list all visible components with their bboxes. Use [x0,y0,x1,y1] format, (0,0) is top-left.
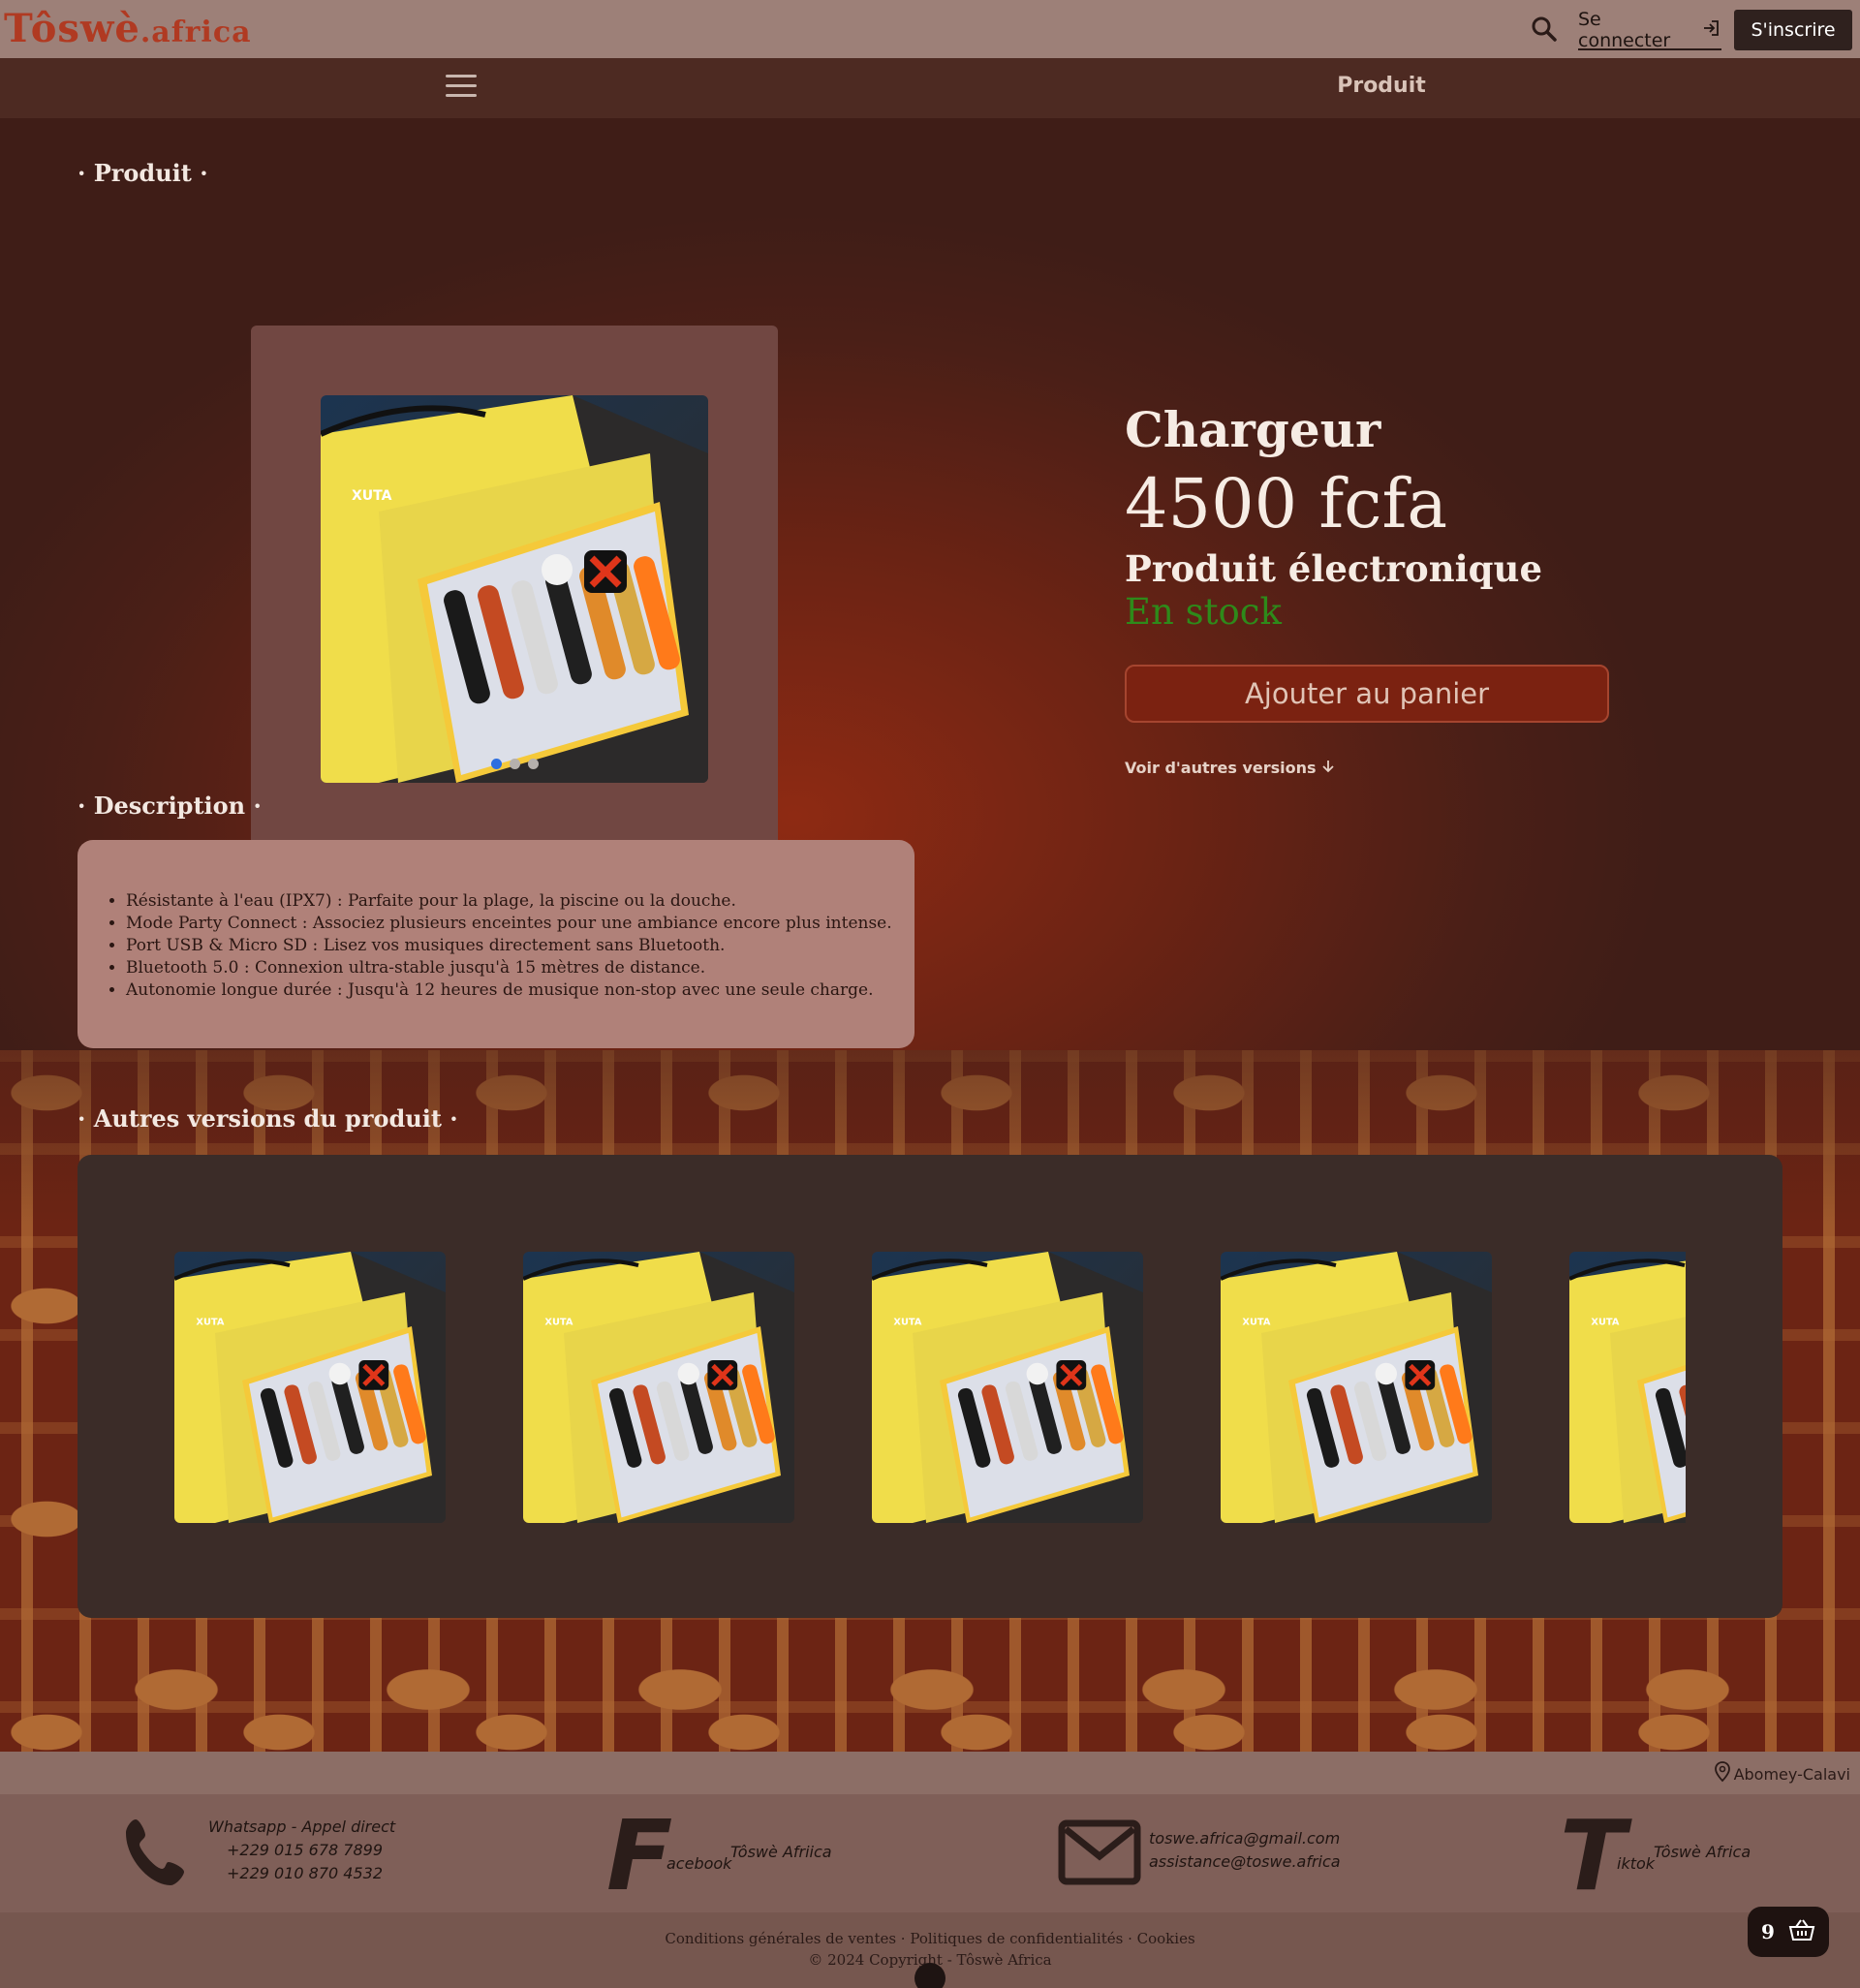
svg-text:XUTA: XUTA [1591,1318,1619,1328]
version-thumbnail[interactable]: XUTA [174,1252,446,1523]
footer-logo-icon [914,1963,946,1988]
tiktok-link[interactable]: Tôswè Africa [1654,1841,1751,1864]
product-category: Produit électronique [1125,547,1542,590]
version-thumbnail[interactable]: XUTA [1221,1252,1492,1523]
product-section-heading: · Produit · [78,159,208,187]
phone-number: +229 015 678 7899 [227,1841,383,1859]
svg-text:XUTA: XUTA [893,1318,921,1328]
location-pin-icon [1714,1761,1731,1786]
arrow-down-icon [1321,759,1335,777]
product-name: Chargeur [1125,401,1381,458]
login-button[interactable]: Se connecter [1578,9,1721,51]
phone-icon [118,1814,198,1897]
facebook-letter: F [606,1799,673,1912]
whatsapp-title: Whatsapp - Appel direct [208,1817,396,1836]
subnav-title: Produit [1337,74,1426,98]
signup-label: S'inscrire [1751,19,1836,41]
description-item: Mode Party Connect : Associez plusieurs … [126,913,914,935]
location-label: Abomey-Calavi [1733,1764,1850,1784]
description-section-heading: · Description · [78,792,262,820]
email-address: toswe.africa@gmail.com [1149,1829,1341,1848]
email-address: assistance@toswe.africa [1149,1852,1341,1871]
email-contact[interactable]: toswe.africa@gmail.com assistance@toswe.… [1149,1827,1341,1874]
add-to-cart-button[interactable]: Ajouter au panier [1125,665,1609,723]
carousel-dot[interactable] [509,759,520,769]
description-list: Résistante à l'eau (IPX7) : Parfaite pou… [126,890,914,1002]
svg-text:XUTA: XUTA [544,1318,573,1328]
facebook-link[interactable]: Tôswè Afriica [730,1841,832,1864]
logo-suffix: .africa [140,16,252,49]
login-label: Se connecter [1578,9,1671,51]
description-card: Résistante à l'eau (IPX7) : Parfaite pou… [78,840,914,1048]
carousel-dot[interactable] [527,759,539,769]
carousel-dot[interactable] [490,759,502,769]
other-versions-heading: · Autres versions du produit · [78,1104,458,1133]
brand-logo[interactable]: Tôswè.africa [4,6,252,51]
svg-text:XUTA: XUTA [1242,1318,1270,1328]
cart-button[interactable]: 9 [1748,1907,1829,1957]
svg-text:XUTA: XUTA [196,1318,224,1328]
version-thumbnail[interactable]: XUTA [872,1252,1143,1523]
svg-text:XUTA: XUTA [352,488,392,504]
other-versions-link[interactable]: Voir d'autres versions [1125,759,1335,777]
description-item: Port USB & Micro SD : Lisez vos musiques… [126,935,914,957]
mail-icon [1058,1819,1141,1889]
product-image[interactable]: XUTA [321,395,708,783]
other-versions-label: Voir d'autres versions [1125,759,1317,777]
description-item: Autonomie longue durée : Jusqu'à 12 heur… [126,979,914,1002]
logo-text: Tôswè [4,6,140,51]
signup-button[interactable]: S'inscrire [1734,10,1852,50]
sub-navigation: Produit [0,58,1860,118]
version-thumbnail[interactable]: XUTA [1569,1252,1686,1523]
login-arrow-icon [1702,18,1721,43]
location-bar: Abomey-Calavi [0,1752,1860,1794]
legal-bar: Conditions générales de ventes · Politiq… [0,1912,1860,1988]
top-bar: Tôswè.africa Se connecter S'inscrire [0,0,1860,58]
basket-icon [1788,1918,1815,1946]
tiktok-letter: T [1560,1799,1627,1912]
location: Abomey-Calavi [1714,1761,1850,1786]
legal-links[interactable]: Conditions générales de ventes · Politiq… [0,1930,1860,1947]
thumbnail-strip: XUTA XUTA XUTA XUTA XUTA [174,1252,1686,1523]
description-item: Bluetooth 5.0 : Connexion ultra-stable j… [126,957,914,979]
other-versions-carousel: XUTA XUTA XUTA XUTA XUTA [78,1155,1782,1618]
whatsapp-contact[interactable]: Whatsapp - Appel direct +229 015 678 789… [208,1816,395,1885]
stock-status: En stock [1125,591,1282,633]
version-thumbnail[interactable]: XUTA [523,1252,794,1523]
add-to-cart-label: Ajouter au panier [1244,677,1490,710]
search-icon[interactable] [1529,14,1560,45]
product-image-card: XUTA [251,326,778,853]
phone-number: +229 010 870 4532 [227,1864,383,1882]
product-price: 4500 fcfa [1125,464,1448,544]
hamburger-icon[interactable] [446,75,477,102]
contact-bar: Whatsapp - Appel direct +229 015 678 789… [0,1794,1860,1912]
description-item: Résistante à l'eau (IPX7) : Parfaite pou… [126,890,914,913]
carousel-dots [321,759,708,769]
cart-count: 9 [1761,1920,1775,1943]
tiktok-label: iktok [1617,1854,1656,1873]
facebook-label: acebook [666,1854,732,1873]
